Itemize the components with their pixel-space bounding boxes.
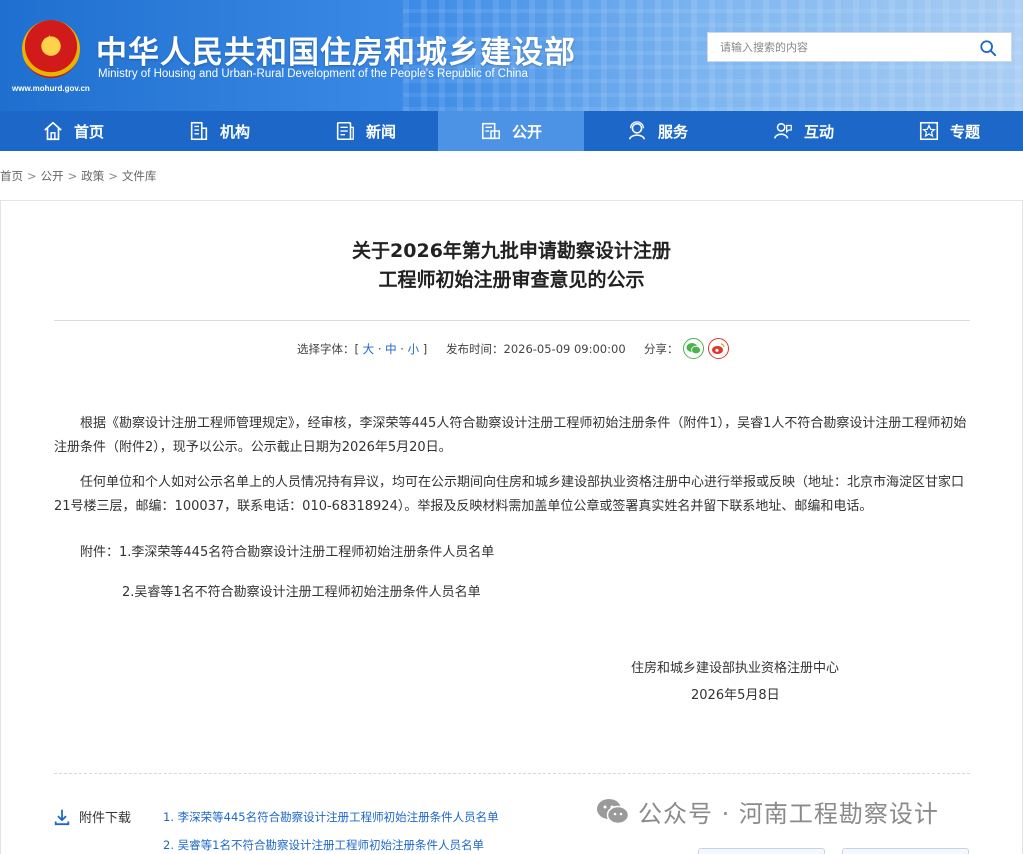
- attachment-line-1: 附件：1.李深荣等445名符合勘察设计注册工程师初始注册条件人员名单: [80, 545, 495, 560]
- wechat-share-icon[interactable]: [682, 338, 704, 359]
- attachment-download-heading: 附件下载: [53, 807, 131, 826]
- issuer-name: 住房和城乡建设部执业资格注册中心: [631, 661, 840, 676]
- building-icon: [190, 121, 208, 141]
- download-icon: [54, 809, 70, 825]
- share-area: 分享：: [644, 338, 729, 359]
- topic-icon: [919, 121, 939, 141]
- service-icon: [628, 121, 646, 140]
- site-header: ★ www.mohurd.gov.cn 中华人民共和国住房和城乡建设部 Mini…: [0, 0, 1023, 111]
- article-title: 关于2026年第九批申请勘察设计注册 工程师初始注册审查意见的公示: [1, 237, 1022, 295]
- site-title-english: Ministry of Housing and Urban-Rural Deve…: [98, 68, 528, 80]
- site-url: www.mohurd.gov.cn: [12, 84, 90, 93]
- nav-item-open[interactable]: 公开: [438, 111, 584, 151]
- publish-time: 发布时间：2026-05-09 09:00:00: [446, 342, 626, 356]
- nav-item-news[interactable]: 新闻: [292, 111, 438, 151]
- home-icon: [44, 121, 62, 141]
- nav-label: 新闻: [365, 122, 396, 141]
- interact-icon: [773, 122, 792, 139]
- title-divider: [54, 320, 970, 321]
- nav-label: 首页: [73, 122, 104, 141]
- article-title-line1: 关于2026年第九批申请勘察设计注册: [352, 240, 671, 262]
- article-meta: 选择字体：[ 大 · 中 · 小 ] 发布时间：2026-05-09 09:00…: [1, 338, 1022, 360]
- breadcrumb-library[interactable]: 文件库: [122, 169, 157, 183]
- font-large-link[interactable]: 大: [363, 342, 375, 356]
- national-emblem-logo[interactable]: ★: [22, 20, 80, 78]
- attachment-download-link-1[interactable]: 1. 李深荣等445名符合勘察设计注册工程师初始注册条件人员名单: [163, 809, 499, 825]
- breadcrumb-policy[interactable]: 政策: [81, 169, 104, 183]
- news-icon: [336, 121, 354, 141]
- nav-item-topic[interactable]: 专题: [876, 111, 1022, 151]
- breadcrumb-open[interactable]: 公开: [41, 169, 64, 183]
- search-box: [707, 32, 1012, 62]
- nav-item-service[interactable]: 服务: [584, 111, 730, 151]
- body-paragraph-2: 任何单位和个人如对公示名单上的人员情况持有异议，均可在公示期间向住房和城乡建设部…: [54, 475, 965, 514]
- attachment-download-link-2[interactable]: 2. 吴睿等1名不符合勘察设计注册工程师初始注册条件人员名单: [163, 837, 484, 853]
- weibo-share-icon[interactable]: [707, 338, 729, 359]
- nav-item-organization[interactable]: 机构: [146, 111, 292, 151]
- wechat-icon: [597, 798, 630, 824]
- nav-label: 专题: [949, 122, 980, 141]
- nav-label: 机构: [219, 122, 250, 141]
- nav-label: 服务: [657, 122, 688, 141]
- issue-date: 2026年5月8日: [691, 688, 780, 703]
- font-size-selector: 选择字体：[ 大 · 中 · 小 ]: [297, 342, 428, 356]
- article-body: 根据《勘察设计注册工程师管理规定》，经审核，李深荣等445人符合勘察设计注册工程…: [54, 412, 972, 530]
- wechat-watermark: 公众号 · 河南工程勘察设计: [596, 794, 939, 829]
- nav-label: 互动: [803, 122, 834, 141]
- share-label: 分享：: [644, 341, 679, 356]
- article-card: 关于2026年第九批申请勘察设计注册 工程师初始注册审查意见的公示 选择字体：[…: [0, 200, 1023, 854]
- search-input[interactable]: [708, 33, 968, 61]
- attachment-line-2: 2.吴睿等1名不符合勘察设计注册工程师初始注册条件人员名单: [122, 585, 481, 600]
- search-icon[interactable]: [979, 39, 997, 57]
- footer-divider: [54, 773, 970, 774]
- bottom-button-right[interactable]: [842, 848, 969, 854]
- nav-item-home[interactable]: 首页: [0, 111, 146, 151]
- font-medium-link[interactable]: 中: [385, 342, 397, 356]
- nav-item-interact[interactable]: 互动: [730, 111, 876, 151]
- site-title[interactable]: 中华人民共和国住房和城乡建设部: [96, 27, 576, 72]
- body-paragraph-1: 根据《勘察设计注册工程师管理规定》，经审核，李深荣等445人符合勘察设计注册工程…: [54, 416, 967, 455]
- article-title-line2: 工程师初始注册审查意见的公示: [378, 269, 645, 291]
- breadcrumb-home[interactable]: 首页: [0, 169, 23, 183]
- font-small-link[interactable]: 小: [408, 342, 420, 356]
- open-icon: [481, 122, 500, 140]
- main-nav: 首页 机构 新闻 公开 服务 互动 专题: [0, 111, 1023, 151]
- breadcrumb: 首页 > 公开 > 政策 > 文件库: [0, 169, 157, 183]
- bottom-button-left[interactable]: [698, 848, 825, 854]
- nav-label: 公开: [511, 122, 542, 141]
